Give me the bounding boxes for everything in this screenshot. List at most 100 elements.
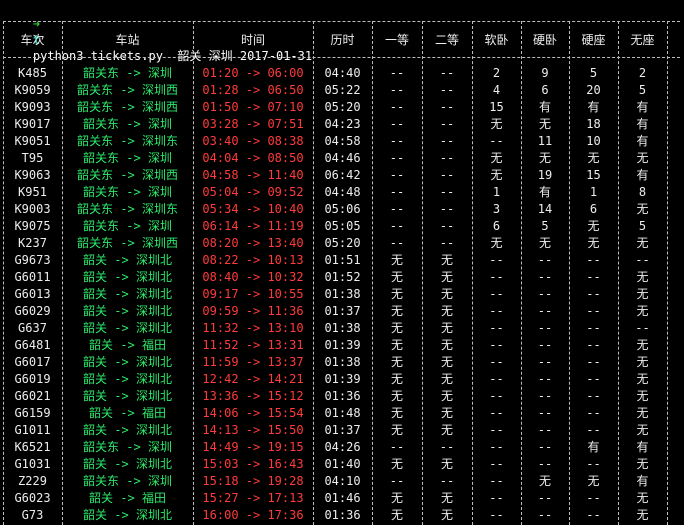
hard-seat-seats: --: [586, 287, 601, 301]
column-header: 无座: [630, 33, 655, 47]
first-class-seats: --: [389, 134, 405, 148]
departure-time: 11:32: [202, 321, 239, 335]
first-class-seats: 无: [390, 491, 403, 505]
hard-sleeper-seats: --: [537, 457, 553, 471]
hard-seat-seats: --: [586, 423, 601, 437]
train-number: K9063: [14, 168, 51, 182]
hard-seat-seats: 无: [587, 236, 600, 250]
second-class-seats: --: [439, 185, 455, 199]
train-number-cell: K9063: [3, 167, 62, 184]
no-seat-tickets: 无: [636, 491, 649, 505]
soft-sleeper-cell: --: [472, 388, 521, 405]
second-class-cell: 无: [422, 286, 472, 303]
hard-seat-cell: 20: [569, 82, 618, 99]
train-number-cell: K9075: [3, 218, 62, 235]
no-seat-cell: 无: [618, 201, 667, 218]
time-cell: 12:42 -> 14:21: [202, 372, 304, 386]
no-seat-tickets: 无: [636, 304, 649, 318]
table-row: Z229 韶关东 -> 深圳 15:18 -> 19:28 04:10 -- -- -- 无 无…: [0, 473, 684, 490]
soft-sleeper-seats: --: [489, 406, 504, 420]
first-class-seats: 无: [390, 338, 403, 352]
train-number-cell: K485: [3, 65, 62, 82]
duration-cell: 05:22: [313, 82, 372, 99]
soft-sleeper-cell: --: [472, 354, 521, 371]
departure-time: 15:27: [202, 491, 239, 505]
train-number-cell: G6017: [3, 354, 62, 371]
duration-cell: 01:46: [313, 490, 372, 507]
hard-sleeper-seats: 无: [538, 117, 551, 131]
first-class-cell: 无: [372, 269, 422, 286]
train-number: G1011: [14, 423, 51, 437]
train-number-cell: G1031: [3, 456, 62, 473]
station-cell: 韶关东 -> 深圳: [83, 117, 172, 131]
time-cell: 14:06 -> 15:54: [202, 406, 304, 420]
to-station: 深圳北: [135, 321, 172, 335]
train-number: K9017: [14, 117, 51, 131]
hard-seat-cell: --: [569, 490, 618, 507]
hard-sleeper-cell: --: [521, 252, 569, 269]
table-row: K9017 韶关东 -> 深圳 03:28 -> 07:51 04:23 -- -- 无 无 1…: [0, 116, 684, 133]
table-row: G637 韶关 -> 深圳北 11:32 -> 13:10 01:38 无 无 -- -- --…: [0, 320, 684, 337]
hard-sleeper-seats: --: [537, 270, 553, 284]
train-number-cell: K9051: [3, 133, 62, 150]
from-station: 韶关东: [83, 151, 120, 165]
soft-sleeper-cell: 无: [472, 116, 521, 133]
hard-sleeper-seats: 5: [541, 219, 549, 233]
train-number-cell: G1011: [3, 422, 62, 439]
table-row: K951 韶关东 -> 深圳 05:04 -> 09:52 04:48 -- -- 1 有 1 8: [0, 184, 684, 201]
departure-time: 15:18: [202, 474, 239, 488]
soft-sleeper-cell: 无: [472, 150, 521, 167]
soft-sleeper-seats: --: [489, 321, 504, 335]
hard-sleeper-seats: --: [537, 423, 553, 437]
soft-sleeper-cell: --: [472, 456, 521, 473]
second-class-seats: --: [439, 168, 455, 182]
hard-seat-seats: 1: [589, 185, 598, 199]
table-row: G6013 韶关 -> 深圳北 09:17 -> 10:55 01:38 无 无 -- -- -…: [0, 286, 684, 303]
first-class-seats: 无: [390, 304, 403, 318]
hard-sleeper-cell: 有: [521, 184, 569, 201]
second-class-cell: 无: [422, 405, 472, 422]
table-row: G6029 韶关 -> 深圳北 09:59 -> 11:36 01:37 无 无 -- -- -…: [0, 303, 684, 320]
hard-sleeper-seats: 19: [537, 168, 553, 182]
table-row: K9051 韶关东 -> 深圳东 03:40 -> 08:38 04:58 -- -- --…: [0, 133, 684, 150]
no-seat-tickets: --: [635, 321, 650, 335]
duration: 05:05: [324, 219, 361, 233]
train-number: K9051: [14, 134, 51, 148]
hard-seat-cell: --: [569, 507, 618, 524]
soft-sleeper-seats: 6: [492, 219, 501, 233]
station-cell: 韶关 -> 深圳北: [83, 270, 172, 284]
second-class-seats: 无: [440, 423, 453, 437]
time-cell: 08:40 -> 10:32: [202, 270, 304, 284]
hard-seat-cell: --: [569, 269, 618, 286]
train-number-cell: K9003: [3, 201, 62, 218]
duration-cell: 04:26: [313, 439, 372, 456]
second-class-seats: --: [439, 151, 455, 165]
hard-sleeper-cell: --: [521, 320, 569, 337]
to-station: 深圳: [147, 151, 172, 165]
to-station: 深圳北: [135, 423, 172, 437]
first-class-seats: 无: [390, 253, 403, 267]
station-cell: 韶关东 -> 深圳东: [77, 134, 178, 148]
soft-sleeper-seats: 无: [490, 151, 503, 165]
second-class-seats: 无: [440, 304, 453, 318]
time-cell: 15:03 -> 16:43: [202, 457, 304, 471]
no-seat-tickets: 无: [636, 338, 649, 352]
first-class-cell: 无: [372, 507, 422, 524]
soft-sleeper-seats: --: [489, 134, 504, 148]
arrival-time: 11:36: [267, 304, 304, 318]
station-cell: 韶关 -> 深圳北: [83, 389, 172, 403]
hard-seat-seats: --: [586, 355, 601, 369]
soft-sleeper-cell: 6: [472, 218, 521, 235]
no-seat-cell: 无: [618, 303, 667, 320]
time-cell: 08:22 -> 10:13: [202, 253, 304, 267]
first-class-seats: 无: [390, 355, 403, 369]
hard-sleeper-cell: 11: [521, 133, 569, 150]
departure-time: 09:59: [202, 304, 239, 318]
hard-seat-seats: --: [586, 372, 601, 386]
no-seat-tickets: 无: [636, 389, 649, 403]
train-number: G6011: [14, 270, 51, 284]
no-seat-tickets: 无: [636, 202, 649, 216]
from-station: 韶关东: [77, 100, 114, 114]
no-seat-cell: 2: [618, 65, 667, 82]
train-number: G6481: [14, 338, 51, 352]
